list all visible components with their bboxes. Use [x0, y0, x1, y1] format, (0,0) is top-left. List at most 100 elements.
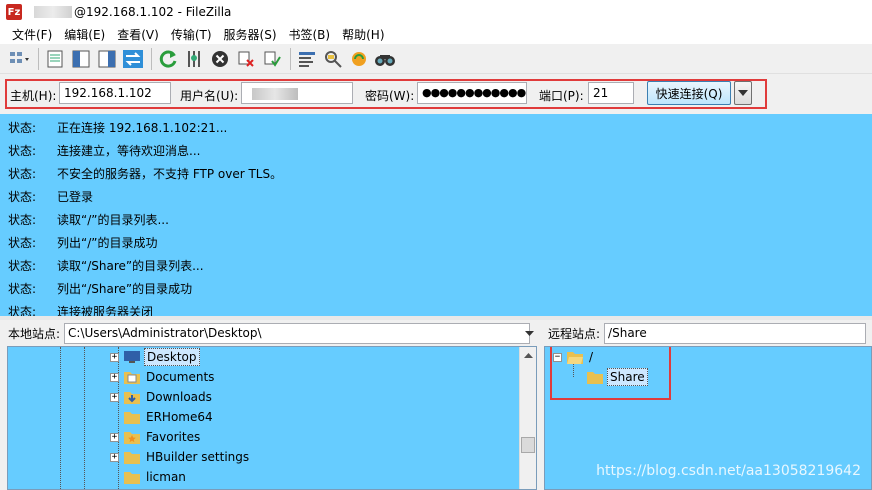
folder-icon [124, 452, 140, 464]
tree-item-label: ERHome64 [146, 410, 213, 424]
log-message: 列出“/”的目录成功 [57, 236, 158, 250]
open-folder-icon [567, 352, 583, 364]
password-label: 密码(W): [365, 89, 415, 103]
host-input[interactable]: 192.168.1.102 [59, 82, 171, 104]
port-label: 端口(P): [539, 89, 584, 103]
log-row: 状态: 读取“/Share”的目录列表... [8, 254, 204, 277]
tree-guide-line [84, 347, 85, 489]
tree-item-label: Favorites [146, 430, 201, 444]
username-label: 用户名(U): [180, 89, 239, 103]
scroll-thumb[interactable] [521, 437, 535, 453]
folder-icon [124, 412, 140, 424]
menu-server[interactable]: 服务器(S) [218, 26, 283, 43]
process-queue-icon[interactable] [182, 47, 206, 71]
remote-path-input[interactable]: /Share [604, 322, 867, 344]
toolbar [0, 44, 872, 74]
log-message: 读取“/”的目录列表... [57, 213, 169, 227]
documents-folder-icon [124, 372, 140, 384]
sync-browse-icon[interactable] [347, 47, 371, 71]
menu-view[interactable]: 查看(V) [111, 26, 165, 43]
tree-item-share[interactable]: Share [587, 367, 648, 387]
blurred-username-value [252, 87, 298, 100]
tree-item-label: Share [607, 368, 648, 386]
remote-site-bar: 远程站点: /Share [542, 320, 872, 346]
toggle-local-tree-icon[interactable] [69, 47, 93, 71]
tree-guide-line [60, 347, 61, 489]
menu-bookmarks[interactable]: 书签(B) [283, 26, 337, 43]
host-label: 主机(H): [10, 89, 57, 103]
refresh-icon[interactable] [156, 47, 180, 71]
quickconnect-button[interactable]: 快速连接(Q) [647, 81, 731, 105]
log-message: 已登录 [57, 190, 94, 204]
log-row: 状态: 已登录 [8, 185, 93, 208]
toggle-remote-tree-icon[interactable] [95, 47, 119, 71]
search-icon[interactable] [373, 47, 397, 71]
log-row: 状态: 不安全的服务器，不支持 FTP over TLS。 [8, 162, 282, 185]
toolbar-separator [151, 47, 152, 70]
local-path-dropdown[interactable] [522, 326, 536, 340]
menu-edit[interactable]: 编辑(E) [58, 26, 111, 43]
log-key: 状态: [8, 236, 37, 250]
transfer-queue-icon[interactable] [121, 47, 145, 71]
tree-item-favorites[interactable]: + Favorites [110, 427, 202, 447]
expand-icon[interactable]: + [110, 352, 119, 362]
log-key: 状态: [8, 121, 37, 135]
chevron-down-icon [524, 330, 534, 336]
expand-icon[interactable]: + [110, 452, 119, 462]
local-site-label: 本地站点: [8, 326, 61, 341]
log-message: 正在连接 192.168.1.102:21... [57, 121, 228, 135]
remote-site-label: 远程站点: [548, 326, 601, 341]
filezilla-app-icon: Fz [6, 4, 22, 20]
username-input[interactable] [241, 82, 353, 104]
toggle-log-icon[interactable] [43, 47, 67, 71]
menu-transfer[interactable]: 传输(T) [165, 26, 218, 43]
log-key: 状态: [8, 305, 37, 316]
local-tree-scrollbar[interactable] [519, 347, 536, 489]
watermark: https://blog.csdn.net/aa13058219642 [596, 463, 861, 479]
password-input[interactable]: ●●●●●●●●●●●● [417, 82, 527, 104]
tree-item-hbuilder-settings[interactable]: + HBuilder settings [110, 447, 251, 467]
menu-file[interactable]: 文件(F) [6, 26, 58, 43]
tree-item-label: Documents [146, 370, 215, 384]
collapse-icon[interactable]: − [553, 352, 562, 362]
folder-icon [124, 472, 140, 484]
tree-item-erhome64[interactable]: ERHome64 [124, 407, 215, 427]
site-manager-icon[interactable] [8, 47, 32, 71]
local-path-input[interactable]: C:\Users\Administrator\Desktop\ [64, 322, 531, 344]
tree-item-root[interactable]: − / [553, 347, 595, 367]
log-row: 状态: 读取“/”的目录列表... [8, 208, 169, 231]
tree-item-documents[interactable]: + Documents [110, 367, 216, 387]
log-key: 状态: [8, 213, 37, 227]
toolbar-separator [38, 47, 39, 70]
local-tree[interactable]: + Desktop + Documents + Downloads ERHome… [7, 346, 537, 490]
reconnect-icon[interactable] [260, 47, 284, 71]
window-title: @192.168.1.102 - FileZilla [74, 5, 232, 19]
title-bar: Fz @192.168.1.102 - FileZilla [0, 0, 872, 24]
tree-item-label: HBuilder settings [146, 450, 250, 464]
message-log[interactable]: 状态: 正在连接 192.168.1.102:21... 状态: 连接建立，等待欢迎… [0, 114, 872, 316]
favorites-folder-icon [124, 432, 140, 444]
scroll-up-icon[interactable] [523, 351, 533, 359]
cancel-icon[interactable] [208, 47, 232, 71]
menu-help[interactable]: 帮助(H) [336, 26, 390, 43]
log-message: 连接被服务器关闭 [57, 305, 154, 316]
expand-icon[interactable]: + [110, 372, 119, 382]
log-key: 状态: [8, 144, 37, 158]
tree-item-desktop[interactable]: + Desktop [110, 347, 200, 367]
log-message: 列出“/Share”的目录成功 [57, 282, 193, 296]
log-row: 状态: 连接被服务器关闭 [8, 300, 153, 316]
log-row: 状态: 正在连接 192.168.1.102:21... [8, 116, 227, 139]
compare-icon[interactable] [321, 47, 345, 71]
log-key: 状态: [8, 190, 37, 204]
expand-icon[interactable]: + [110, 432, 119, 442]
port-input[interactable]: 21 [588, 82, 634, 104]
filter-icon[interactable] [295, 47, 319, 71]
quickconnect-dropdown[interactable] [734, 81, 752, 105]
remote-tree[interactable]: − / Share https://blog.csdn.net/aa130582… [544, 346, 872, 490]
tree-item-licman[interactable]: licman [124, 467, 188, 487]
tree-item-downloads[interactable]: + Downloads [110, 387, 214, 407]
log-key: 状态: [8, 282, 37, 296]
folder-icon [587, 372, 603, 384]
expand-icon[interactable]: + [110, 392, 119, 402]
disconnect-icon[interactable] [234, 47, 258, 71]
